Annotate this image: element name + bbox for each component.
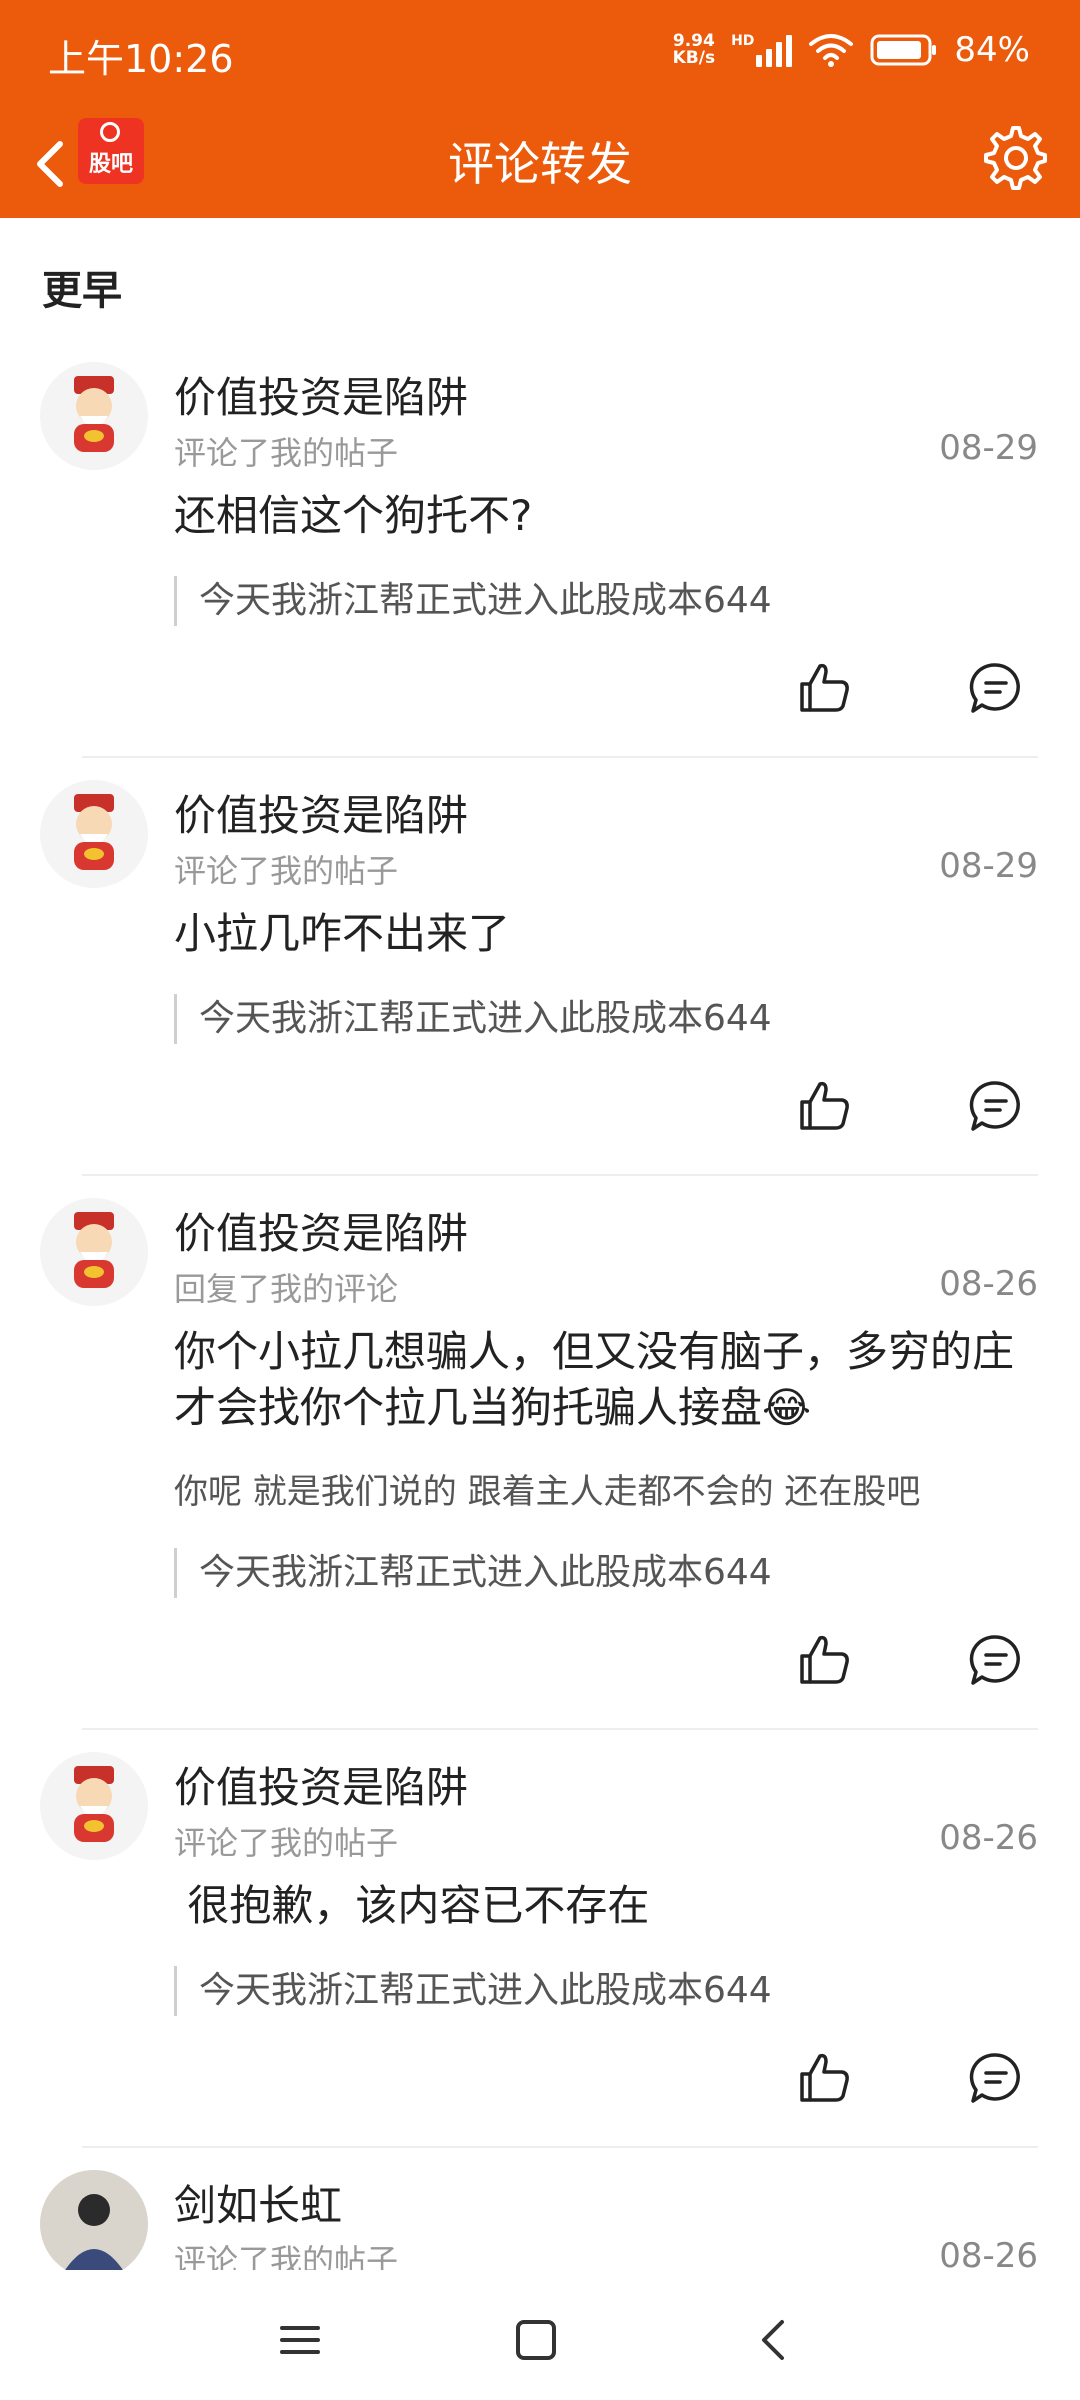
home-icon[interactable] — [506, 2310, 566, 2370]
section-label: 更早 — [42, 268, 122, 314]
comment-content[interactable]: 小拉几咋不出来了 — [174, 906, 1034, 962]
photo-avatar-icon — [40, 2170, 148, 2270]
top-bar: 上午10:26 9.94 KB/s HD 84% 股吧 评论转发 — [0, 0, 1080, 218]
caishen-avatar-icon — [74, 794, 114, 870]
signal-icon: HD — [731, 33, 793, 67]
quoted-post[interactable]: 今天我浙江帮正式进入此股成本644 — [174, 576, 1034, 626]
notification-item[interactable]: 剑如长虹 评论了我的帖子 08-26 — [0, 2170, 1080, 2270]
net-type: HD — [731, 33, 755, 49]
status-bar: 上午10:26 9.94 KB/s HD 84% — [0, 0, 1080, 110]
username[interactable]: 剑如长虹 — [174, 2172, 342, 2233]
divider — [82, 2146, 1038, 2148]
quoted-post[interactable]: 今天我浙江帮正式进入此股成本644 — [174, 1966, 1034, 2016]
action-text: 评论了我的帖子 — [174, 852, 399, 890]
battery-level: 84% — [954, 30, 1030, 70]
divider — [82, 1728, 1038, 1730]
date: 08-29 — [939, 846, 1038, 886]
date: 08-26 — [939, 2236, 1038, 2270]
back-icon[interactable] — [744, 2310, 804, 2370]
date: 08-26 — [939, 1264, 1038, 1304]
avatar[interactable] — [40, 1198, 148, 1306]
username[interactable]: 价值投资是陷阱 — [174, 364, 468, 425]
comment-icon[interactable] — [968, 660, 1024, 716]
settings-gear-icon[interactable] — [982, 124, 1050, 192]
battery-icon — [870, 34, 937, 66]
caishen-avatar-icon — [74, 1766, 114, 1842]
comment-icon[interactable] — [968, 2050, 1024, 2106]
username[interactable]: 价值投资是陷阱 — [174, 782, 468, 843]
system-nav-bar — [0, 2270, 1080, 2400]
like-icon[interactable] — [796, 2050, 852, 2106]
status-time: 上午10:26 — [48, 37, 234, 81]
date: 08-26 — [939, 1818, 1038, 1858]
menu-icon[interactable] — [270, 2310, 330, 2370]
action-text: 回复了我的评论 — [174, 1270, 399, 1308]
like-icon[interactable] — [796, 660, 852, 716]
status-icons: 9.94 KB/s HD 84% — [673, 30, 1030, 70]
divider — [82, 1174, 1038, 1176]
avatar[interactable] — [40, 2170, 148, 2270]
divider — [82, 756, 1038, 758]
comment-content[interactable]: 还相信这个狗托不? — [174, 488, 1034, 544]
page-title: 评论转发 — [448, 137, 632, 191]
like-icon[interactable] — [796, 1632, 852, 1688]
reply-target-comment[interactable]: 你呢 就是我们说的 跟着主人走都不会的 还在股吧 — [174, 1464, 1042, 1513]
comment-content[interactable]: 很抱歉，该内容已不存在 — [174, 1878, 1034, 1934]
quoted-post[interactable]: 今天我浙江帮正式进入此股成本644 — [174, 1548, 1034, 1598]
avatar[interactable] — [40, 362, 148, 470]
action-text: 评论了我的帖子 — [174, 434, 399, 472]
net-speed-unit: KB/s — [672, 48, 716, 68]
quoted-post[interactable]: 今天我浙江帮正式进入此股成本644 — [174, 994, 1034, 1044]
username[interactable]: 价值投资是陷阱 — [174, 1754, 468, 1815]
date: 08-29 — [939, 428, 1038, 468]
caishen-avatar-icon — [74, 376, 114, 452]
comment-icon[interactable] — [968, 1632, 1024, 1688]
caishen-avatar-icon — [74, 1212, 114, 1288]
comment-content[interactable]: 你个小拉几想骗人，但又没有脑子，多穷的庄才会找你个拉几当狗托骗人接盘😂 — [174, 1324, 1034, 1436]
action-text: 评论了我的帖子 — [174, 1824, 399, 1862]
wifi-icon — [809, 34, 854, 67]
net-speed: 9.94 KB/s — [673, 33, 715, 67]
avatar[interactable] — [40, 1752, 148, 1860]
like-icon[interactable] — [796, 1078, 852, 1134]
avatar[interactable] — [40, 780, 148, 888]
action-text: 评论了我的帖子 — [174, 2242, 399, 2270]
comment-icon[interactable] — [968, 1078, 1024, 1134]
username[interactable]: 价值投资是陷阱 — [174, 1200, 468, 1261]
